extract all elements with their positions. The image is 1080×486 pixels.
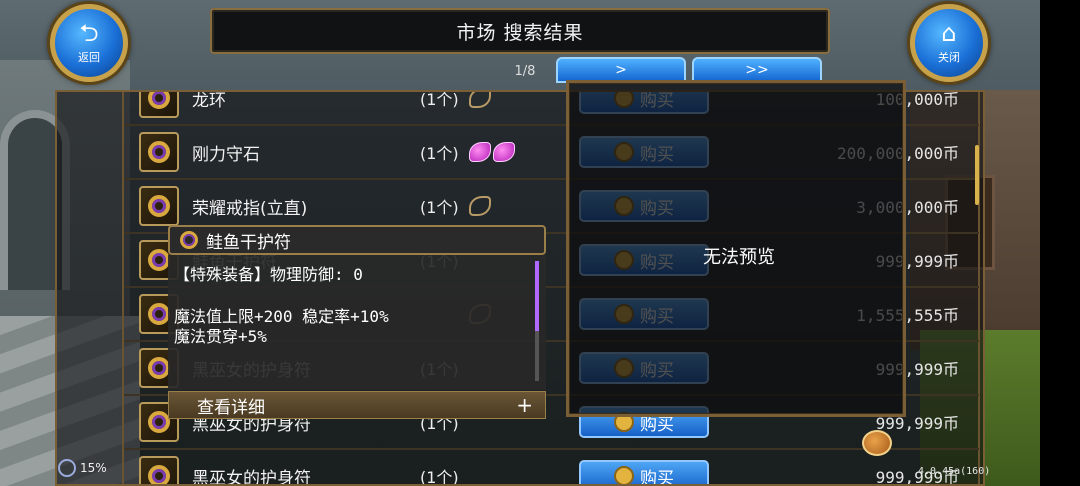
item-quantity: (1个): [420, 468, 459, 486]
view-details-label: 查看详细: [197, 397, 265, 418]
title-bar: 市场 搜索结果: [210, 8, 830, 54]
ring-icon: [148, 357, 170, 379]
item-quantity: (1个): [420, 90, 459, 109]
gem-slots: [469, 142, 515, 162]
ring-icon: [148, 141, 170, 163]
tooltip-title: 鲑鱼干护符: [206, 232, 291, 253]
plus-icon: +: [516, 393, 533, 417]
gem-slots: [469, 196, 491, 216]
list-item[interactable]: 黑巫女的护身符(1个)购买999,999币: [124, 450, 979, 486]
buy-button-label: 购买: [640, 468, 674, 486]
back-button-label: 返回: [78, 51, 100, 64]
item-tooltip: 鲑鱼干护符 【特殊装备】物理防御: 0 魔法值上限+200 稳定率+10% 魔法…: [168, 225, 548, 420]
home-icon: ⌂: [941, 19, 957, 47]
page-title: 市场 搜索结果: [456, 21, 584, 44]
ring-icon: [148, 249, 170, 271]
version-label: 4.0.45a(160): [918, 466, 991, 477]
ring-icon: [148, 92, 170, 109]
battery-icon: [58, 459, 76, 477]
item-icon: [139, 456, 179, 484]
preview-panel: 无法预览: [566, 80, 906, 417]
tooltip-body: 【特殊装备】物理防御: 0 魔法值上限+200 稳定率+10% 魔法贯穿+5%: [168, 255, 546, 390]
item-quantity: (1个): [420, 198, 459, 217]
battery-indicator: 15%: [58, 459, 107, 477]
empty-gem-slot-icon: [469, 196, 491, 216]
ring-icon: [148, 303, 170, 325]
item-icon: [139, 92, 179, 118]
empty-gem-slot-icon: [469, 92, 491, 108]
page-indicator: 1/8: [514, 64, 536, 79]
battery-percent: 15%: [80, 461, 107, 475]
filled-gem-icon: [493, 142, 515, 162]
ring-icon: [148, 411, 170, 433]
item-icon: [139, 186, 179, 226]
item-icon: [139, 132, 179, 172]
close-button[interactable]: ⌂ 关闭: [910, 4, 988, 82]
gem-slots: [469, 92, 491, 108]
close-button-label: 关闭: [938, 51, 960, 64]
tooltip-line-equipment: 【特殊装备】物理防御: 0: [174, 265, 363, 284]
list-scrollbar[interactable]: [975, 145, 979, 205]
view-details-button[interactable]: 查看详细 +: [168, 391, 546, 419]
preview-unavailable-text: 无法预览: [703, 247, 775, 268]
item-name: 荣耀戒指(立直): [192, 198, 308, 219]
coin-icon: [614, 466, 634, 484]
buy-button[interactable]: 购买: [579, 460, 709, 486]
tooltip-line-penetration: 魔法贯穿+5%: [174, 327, 267, 346]
back-button[interactable]: ⮌ 返回: [50, 4, 128, 82]
tooltip-scroll-thumb[interactable]: [535, 261, 539, 331]
item-quantity: (1个): [420, 144, 459, 163]
tooltip-scrollbar[interactable]: [535, 261, 539, 381]
ring-icon: [148, 465, 170, 484]
palette-icon[interactable]: [862, 430, 892, 456]
return-arrow-icon: ⮌: [79, 19, 99, 47]
item-name: 龙环: [192, 90, 226, 111]
screen-edge-bar: [1040, 0, 1080, 486]
ring-icon: [148, 195, 170, 217]
item-name: 刚力守石: [192, 144, 260, 165]
ring-icon: [180, 231, 198, 249]
filled-gem-icon: [469, 142, 491, 162]
item-name: 黑巫女的护身符: [192, 468, 311, 486]
tooltip-header: 鲑鱼干护符: [168, 225, 546, 255]
